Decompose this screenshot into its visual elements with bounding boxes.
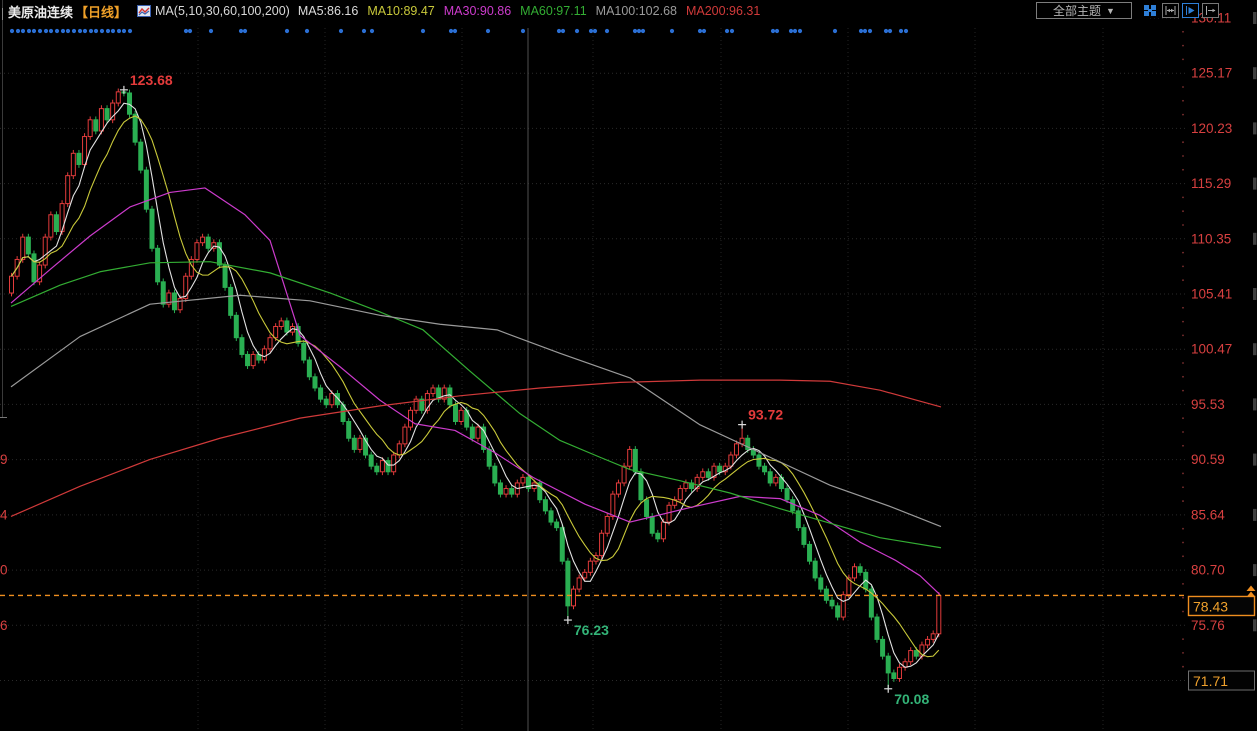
svg-text:115.29: 115.29	[1191, 176, 1231, 191]
grid-layout-icon	[1143, 4, 1158, 17]
ma5-line	[12, 103, 939, 667]
svg-text:95.53: 95.53	[1191, 397, 1225, 412]
ma-lines	[11, 103, 941, 667]
event-dots	[10, 29, 908, 33]
svg-text:120.23: 120.23	[1191, 121, 1232, 136]
ma10-line	[12, 116, 939, 657]
right-price-axis: 130.11125.17120.23115.29110.35105.41100.…	[1182, 11, 1256, 668]
grid-layout-icon-button[interactable]	[1142, 3, 1159, 18]
ma100-line	[11, 295, 941, 526]
svg-text:80.70: 80.70	[1191, 563, 1225, 578]
ma30-legend: MA30:90.86	[444, 4, 511, 18]
fit-horizontal-axis-icon	[1164, 5, 1177, 16]
svg-text:0: 0	[0, 563, 8, 578]
auto-scale-axis-icon-button[interactable]	[1182, 3, 1199, 18]
ma10-legend: MA10:89.47	[367, 4, 434, 18]
svg-text:125.17: 125.17	[1191, 66, 1232, 81]
ma200-legend: MA200:96.31	[686, 4, 760, 18]
svg-text:100.47: 100.47	[1191, 342, 1232, 357]
current-price-line: 78.43 71.71	[0, 586, 1256, 691]
svg-text:85.64: 85.64	[1191, 507, 1225, 522]
svg-text:110.35: 110.35	[1191, 231, 1231, 246]
instrument-title: 美原油连续	[8, 2, 73, 21]
svg-text:75.76: 75.76	[1191, 618, 1225, 633]
left-price-axis: 9 4 0 6	[0, 452, 8, 633]
ma100-legend: MA100:102.68	[596, 4, 677, 18]
svg-text:105.41: 105.41	[1191, 286, 1232, 301]
ma60-legend: MA60:97.11	[520, 4, 586, 18]
theme-dropdown-label: 全部主题	[1053, 2, 1101, 19]
period-label[interactable]: 【日线】	[75, 2, 127, 21]
candlestick-chart[interactable]: 78.4371.71130.11125.17120.23115.29110.35…	[0, 0, 1257, 731]
ma30-line	[11, 188, 940, 595]
theme-dropdown[interactable]: 全部主题 ▼	[1036, 2, 1132, 19]
ma-settings-label[interactable]: MA(5,10,30,60,100,200)	[155, 4, 290, 18]
auto-scale-axis-icon	[1184, 5, 1197, 16]
svg-text:71.71: 71.71	[1193, 673, 1228, 689]
chart-toolbar: 全部主题 ▼	[1036, 2, 1219, 19]
ma5-legend: MA5:86.16	[298, 4, 358, 18]
svg-text:9: 9	[0, 452, 8, 467]
svg-text:90.59: 90.59	[1191, 452, 1225, 467]
fit-horizontal-axis-icon-button[interactable]	[1162, 3, 1179, 18]
svg-text:93.72: 93.72	[748, 407, 783, 423]
svg-text:4: 4	[0, 507, 8, 522]
candles	[10, 89, 941, 689]
svg-text:6: 6	[0, 618, 8, 633]
shift-right-axis-icon-button[interactable]	[1202, 3, 1219, 18]
chevron-down-icon: ▼	[1106, 6, 1115, 16]
svg-text:123.68: 123.68	[130, 72, 173, 88]
shift-right-axis-icon	[1204, 5, 1217, 16]
trading-app-window: 美原油连续 【日线】 MA(5,10,30,60,100,200) MA5:86…	[0, 0, 1257, 731]
svg-text:78.43: 78.43	[1193, 598, 1228, 614]
line-chart-icon	[137, 5, 151, 17]
ma200-line	[11, 380, 941, 516]
svg-text:70.08: 70.08	[894, 691, 929, 707]
svg-text:76.23: 76.23	[574, 622, 609, 638]
